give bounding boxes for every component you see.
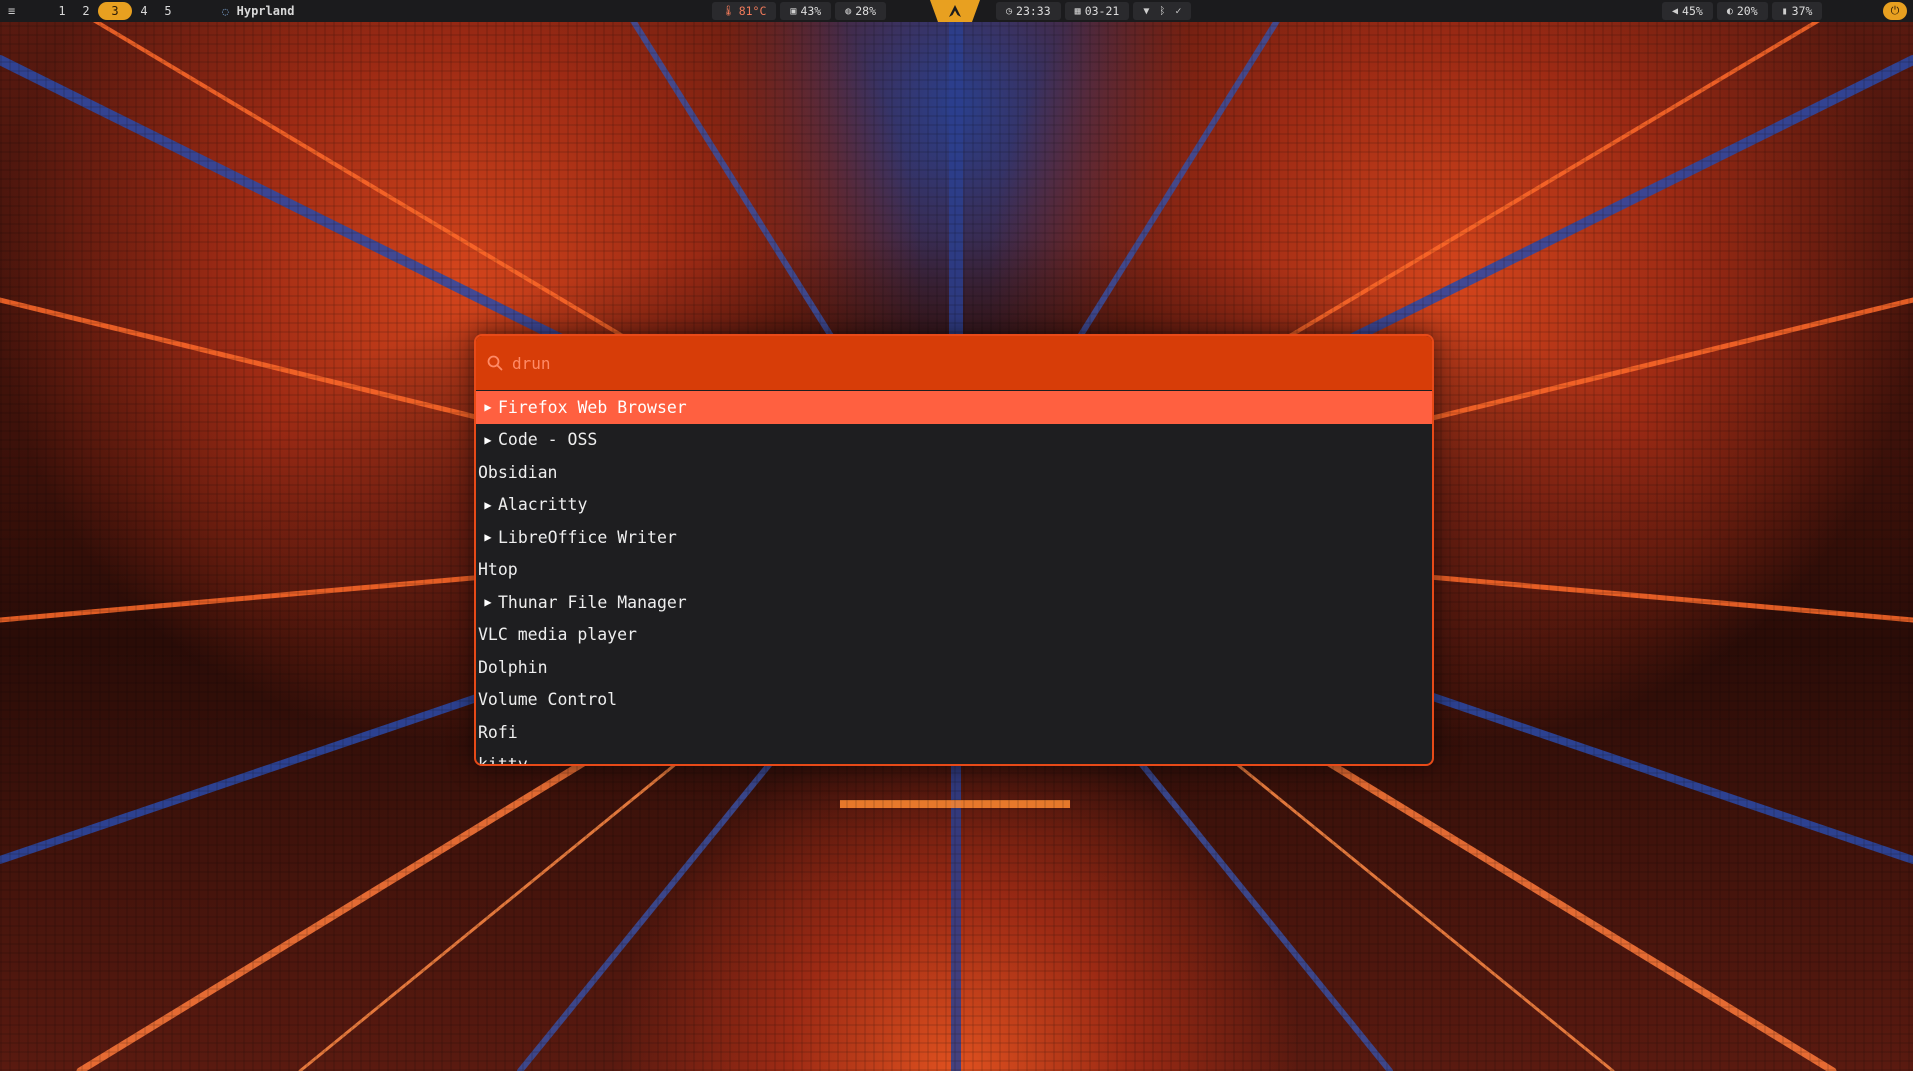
app-item-selected[interactable]: ▶ Firefox Web Browser [476, 391, 1432, 424]
check-icon[interactable]: ✓ [1175, 6, 1181, 17]
wifi-icon[interactable]: ▼ [1143, 6, 1149, 17]
app-item-label: Obsidian [478, 462, 558, 482]
workspace-4[interactable]: 4 [132, 2, 156, 20]
app-item-label: Alacritty [498, 495, 588, 515]
brightness-value: 20% [1736, 4, 1758, 18]
desktop: ≡ 1 2 3 4 5 ◌ Hyprland 🌡︎ 81°C ▣ 43% ◍ 2… [0, 0, 1913, 1071]
caret-right-icon: ▶ [484, 432, 492, 447]
app-item[interactable]: ▶ Thunar File Manager [476, 586, 1432, 619]
system-stats-right: ◀ 45% ◐ 20% ▮ 37% [1660, 0, 1824, 22]
cpu-value: 28% [855, 4, 877, 18]
memory-value: 43% [800, 4, 822, 18]
app-item-label: Thunar File Manager [498, 592, 687, 612]
battery-icon: ▮ [1781, 5, 1788, 17]
cpu-pill[interactable]: ◍ 28% [835, 2, 887, 20]
workspace-5[interactable]: 5 [156, 2, 180, 20]
app-item[interactable]: ▶kitty [476, 749, 1432, 766]
workspace-2[interactable]: 2 [74, 2, 98, 20]
brightness-pill[interactable]: ◐ 20% [1716, 2, 1768, 20]
app-item[interactable]: ▶Htop [476, 554, 1432, 587]
app-item[interactable]: ▶Rofi [476, 716, 1432, 749]
workspace-1[interactable]: 1 [50, 2, 74, 20]
cpu-icon: ◍ [845, 5, 852, 17]
droplet-icon: ◌ [222, 4, 229, 18]
app-item-label: VLC media player [478, 625, 637, 645]
status-bar: ≡ 1 2 3 4 5 ◌ Hyprland 🌡︎ 81°C ▣ 43% ◍ 2… [0, 0, 1913, 22]
app-item[interactable]: ▶ Code - OSS [476, 424, 1432, 457]
clock-segment: ◷ 23:33 ▦ 03-21 ▼ ᛒ ✓ [994, 0, 1193, 22]
clock-time: 23:33 [1016, 4, 1051, 18]
caret-right-icon: ▶ [484, 530, 492, 545]
brightness-icon: ◐ [1726, 5, 1733, 17]
workspace-switcher: 1 2 3 4 5 [50, 0, 180, 22]
battery-pill[interactable]: ▮ 37% [1771, 2, 1823, 20]
clock-icon: ◷ [1006, 5, 1013, 17]
battery-value: 37% [1791, 4, 1813, 18]
clock-pill[interactable]: ◷ 23:33 [996, 2, 1061, 20]
arch-logo-icon[interactable] [930, 0, 980, 22]
app-item[interactable]: ▶Obsidian [476, 456, 1432, 489]
search-bar [476, 336, 1432, 390]
menu-segment: ≡ [8, 0, 15, 22]
thermometer-icon: 🌡︎ [722, 5, 735, 17]
app-item[interactable]: ▶Volume Control [476, 684, 1432, 717]
caret-right-icon: ▶ [484, 400, 492, 415]
date-pill[interactable]: ▦ 03-21 [1064, 2, 1130, 20]
temperature-value: 81°C [738, 4, 767, 18]
connectivity-pill[interactable]: ▼ ᛒ ✓ [1133, 2, 1192, 20]
caret-right-icon: ▶ [484, 595, 492, 610]
app-list: ▶Firefox Web Browser▶Code - OSS▶Obsidian… [476, 391, 1432, 766]
app-item[interactable]: ▶VLC media player [476, 619, 1432, 652]
date-value: 03-21 [1084, 4, 1120, 18]
menu-icon[interactable]: ≡ [8, 4, 15, 18]
temperature-pill[interactable]: 🌡︎ 81°C [712, 2, 777, 20]
window-title-segment: ◌ Hyprland [222, 0, 294, 22]
app-item[interactable]: ▶Dolphin [476, 651, 1432, 684]
volume-value: 45% [1682, 4, 1703, 18]
app-item-label: Dolphin [478, 657, 548, 677]
app-item-label: Rofi [478, 722, 518, 742]
app-item[interactable]: ▶ LibreOffice Writer [476, 521, 1432, 554]
calendar-icon: ▦ [1074, 5, 1081, 17]
app-launcher: ▶Firefox Web Browser▶Code - OSS▶Obsidian… [474, 334, 1434, 766]
search-input[interactable] [512, 353, 1312, 373]
bluetooth-icon[interactable]: ᛒ [1159, 6, 1165, 17]
app-item-label: Code - OSS [498, 430, 598, 450]
memory-pill[interactable]: ▣ 43% [780, 2, 832, 20]
app-item-label: Firefox Web Browser [498, 397, 687, 417]
app-item[interactable]: ▶ Alacritty [476, 489, 1432, 522]
app-item-label: Volume Control [478, 690, 618, 710]
memory-icon: ▣ [790, 5, 797, 17]
power-icon[interactable]: ⏻ [1883, 2, 1907, 20]
volume-pill[interactable]: ◀ 45% [1662, 2, 1713, 20]
app-item-label: Htop [478, 560, 518, 580]
app-item-label: LibreOffice Writer [498, 527, 677, 547]
window-title: Hyprland [236, 4, 295, 18]
search-icon [487, 355, 503, 371]
speaker-icon: ◀ [1672, 5, 1679, 17]
caret-right-icon: ▶ [484, 497, 492, 512]
app-item-label: kitty [478, 755, 528, 766]
system-stats-left: 🌡︎ 81°C ▣ 43% ◍ 28% [710, 0, 888, 22]
workspace-3-active[interactable]: 3 [98, 2, 132, 20]
